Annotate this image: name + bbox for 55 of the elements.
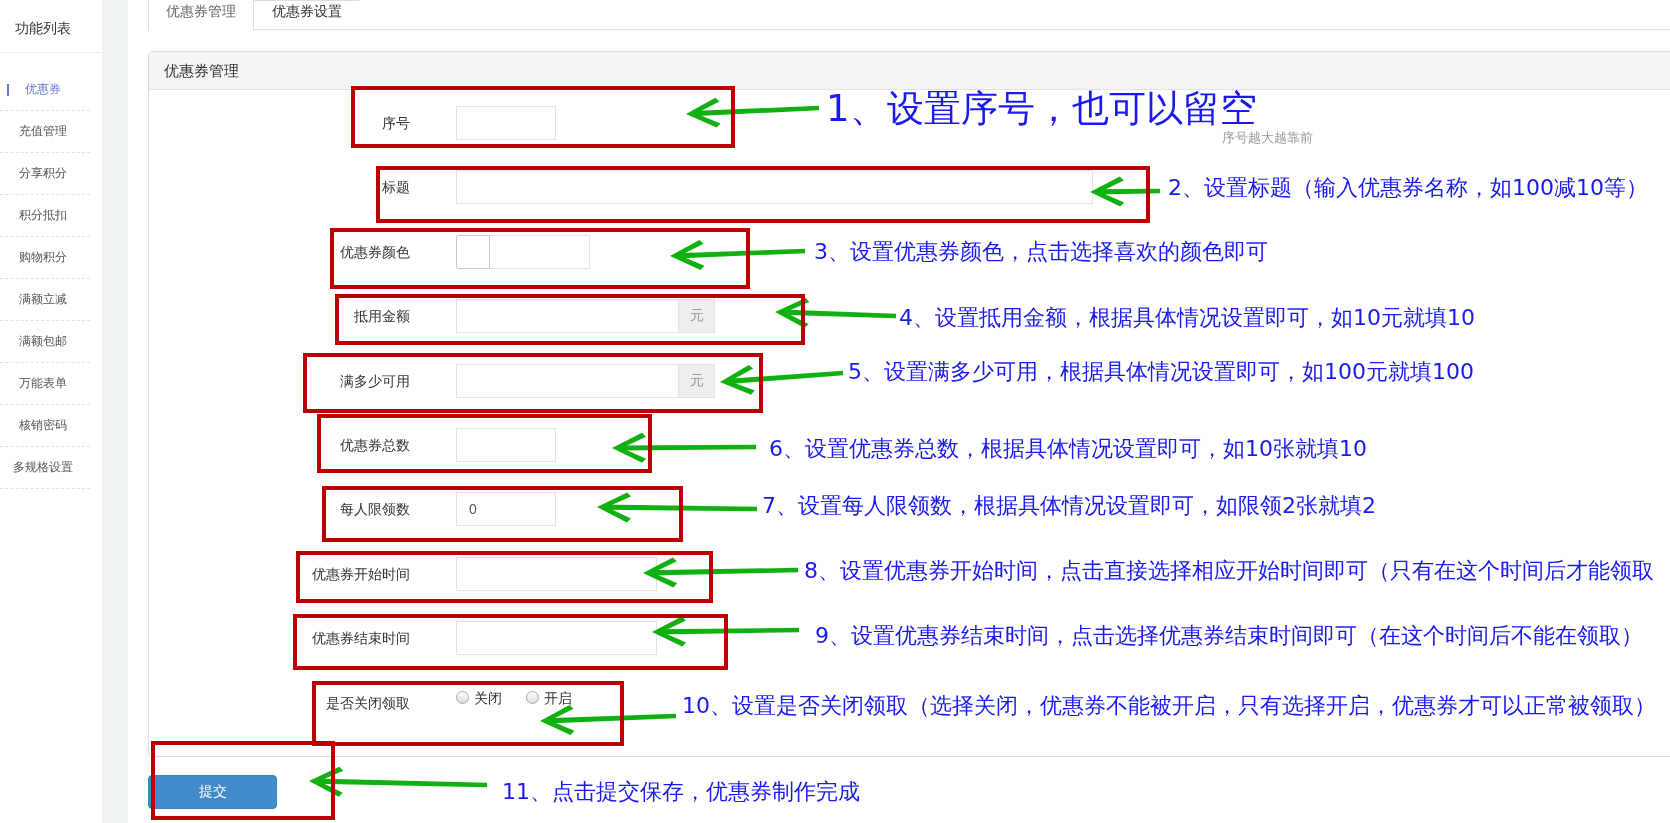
annotation-text: 1、设置序号，也可以留空 xyxy=(826,90,1257,127)
sidebar-item[interactable]: 优惠券 xyxy=(0,69,90,111)
input-field[interactable] xyxy=(456,556,657,591)
sidebar-item[interactable]: 分享积分 xyxy=(0,153,90,195)
annotation-text: 11、点击提交保存，优惠券制作完成 xyxy=(502,779,860,805)
sidebar-item[interactable]: 充值管理 xyxy=(0,111,90,153)
sidebar-item[interactable]: 多规格设置 xyxy=(0,447,90,489)
sidebar-item[interactable]: 满额立减 xyxy=(0,279,90,321)
annotation-text: 5、设置满多少可用，根据具体情况设置即可，如100元就填100 xyxy=(848,359,1474,385)
help-text: 序号越大越靠前 xyxy=(1222,131,1314,144)
annotation-text: 9、设置优惠券结束时间，点击选择优惠券结束时间即可（在这个时间后不能在领取） xyxy=(815,623,1643,649)
field-label: 序号 xyxy=(382,115,410,131)
input-field[interactable] xyxy=(456,106,556,140)
unit-addon: 元 xyxy=(679,363,715,398)
radio-button[interactable] xyxy=(456,691,469,704)
input-field[interactable] xyxy=(456,170,1093,205)
annotation-text: 3、设置优惠券颜色，点击选择喜欢的颜色即可 xyxy=(814,239,1268,265)
annotation-text: 10、设置是否关闭领取（选择关闭，优惠券不能被开启，只有选择开启，优惠券才可以正常被领取） xyxy=(682,693,1656,719)
field-label: 标题 xyxy=(382,179,410,196)
sidebar-item[interactable]: 核销密码 xyxy=(0,405,90,447)
color-swatch-icon[interactable] xyxy=(456,234,490,269)
field-label: 每人限领数 xyxy=(340,501,410,518)
submit-button[interactable]: 提交 xyxy=(148,774,277,809)
input-field[interactable] xyxy=(456,621,657,656)
tab[interactable]: 优惠券管理 xyxy=(148,0,254,31)
active-indicator-icon xyxy=(7,84,9,96)
unit-addon: 元 xyxy=(679,299,715,334)
input-field[interactable] xyxy=(456,363,679,398)
radio-label[interactable]: 开启 xyxy=(544,690,572,705)
field-label: 优惠券颜色 xyxy=(340,243,410,260)
sidebar-item[interactable]: 积分抵扣 xyxy=(0,195,90,237)
radio-button[interactable] xyxy=(526,691,539,704)
sidebar-item[interactable]: 万能表单 xyxy=(0,363,90,405)
sidebar-title: 功能列表 xyxy=(15,20,71,36)
field-label: 抵用金额 xyxy=(354,308,410,325)
field-label: 满多少可用 xyxy=(340,372,410,389)
input-field[interactable] xyxy=(490,234,590,269)
pointer-arrow xyxy=(1090,176,1160,207)
radio-label[interactable]: 关闭 xyxy=(474,690,502,705)
input-field[interactable] xyxy=(456,299,679,334)
field-label: 优惠券总数 xyxy=(340,436,410,453)
annotation-text: 2、设置标题（输入优惠券名称，如100减10等） xyxy=(1168,175,1648,201)
field-label: 是否关闭领取 xyxy=(326,694,410,711)
input-field[interactable] xyxy=(456,427,556,462)
tab[interactable]: 优惠券设置 xyxy=(254,0,360,31)
annotation-text: 7、设置每人限领数，根据具体情况设置即可，如限领2张就填2 xyxy=(762,493,1376,519)
panel-title: 优惠券管理 xyxy=(164,61,239,80)
annotation-text: 8、设置优惠券开始时间，点击直接选择相应开始时间即可（只有在这个时间后才能领取 xyxy=(804,558,1654,584)
field-label: 优惠券开始时间 xyxy=(312,565,410,582)
input-field[interactable]: 0 xyxy=(456,492,556,527)
sidebar-item[interactable]: 满额包邮 xyxy=(0,321,90,363)
annotation-text: 4、设置抵用金额，根据具体情况设置即可，如10元就填10 xyxy=(899,305,1475,331)
annotation-text: 6、设置优惠券总数，根据具体情况设置即可，如10张就填10 xyxy=(769,436,1367,462)
sidebar-item[interactable]: 购物积分 xyxy=(0,237,90,279)
field-label: 优惠券结束时间 xyxy=(312,630,410,647)
